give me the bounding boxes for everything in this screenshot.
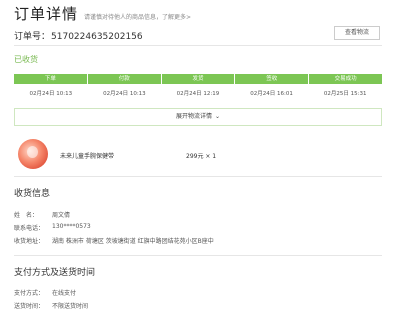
divider <box>14 45 382 46</box>
progress-time: 02月24日 12:19 <box>176 91 220 97</box>
order-number: 5170224635202156 <box>51 32 143 42</box>
payment-method-row: 支付方式： 在线支付 <box>14 288 76 297</box>
order-number-line: 订单号：5170224635202156 <box>14 29 143 42</box>
progress-steps: 下单 付款 发货 签收 交易成功 <box>14 74 382 84</box>
progress-step-complete: 交易成功 <box>308 74 382 84</box>
divider <box>14 176 382 177</box>
product-name[interactable]: 未来儿童手腕保健带 <box>60 151 114 160</box>
order-number-label: 订单号： <box>14 32 51 42</box>
progress-step-payment: 付款 <box>86 74 161 84</box>
progress-time: 02月24日 10:13 <box>103 91 146 97</box>
info-value: 130****0573 <box>52 223 91 230</box>
info-value: 不限送货时间 <box>52 303 89 310</box>
order-status: 已收货 <box>14 55 38 64</box>
chevron-down-icon: ⌄ <box>214 113 221 120</box>
receiver-phone-row: 联系电话： 130****0573 <box>14 223 91 232</box>
info-key: 收货地址： <box>14 238 45 245</box>
receiver-section-title: 收货信息 <box>14 189 51 199</box>
progress-step-order: 下单 <box>14 74 87 84</box>
progress-step-shipped: 发货 <box>160 74 235 84</box>
receiver-address-row: 收货地址： 湖南 株洲市 荷塘区 茨坡塘街道 红旗中路团结花苑小区B座中 <box>14 236 214 245</box>
product-price: 299元 × 1 <box>186 153 217 160</box>
expand-logistics-label: 展开物流详情 <box>175 113 212 120</box>
progress-step-received: 签收 <box>234 74 309 84</box>
page-title: 订单详情 <box>14 5 79 23</box>
view-logistics-button[interactable]: 查看物流 <box>334 26 380 40</box>
info-value: 周文倩 <box>52 212 71 219</box>
divider <box>14 255 382 256</box>
page-header: 订单详情 请谨慎对待他人的商品信息，了解更多> <box>14 4 191 24</box>
progress-time: 02月25日 15:31 <box>323 91 367 97</box>
payment-section-title: 支付方式及送货时间 <box>14 268 96 278</box>
product-thumbnail-icon[interactable] <box>18 139 48 169</box>
info-key: 联系电话： <box>14 225 45 232</box>
info-value: 在线支付 <box>52 290 77 297</box>
progress-time: 02月24日 16:01 <box>250 91 293 97</box>
info-value: 湖南 株洲市 荷塘区 茨坡塘街道 红旗中路团结花苑小区B座中 <box>52 238 214 245</box>
progress-time: 02月24日 10:13 <box>29 91 73 97</box>
delivery-time-row: 送货时间： 不限送货时间 <box>14 301 88 310</box>
info-key: 姓 名： <box>14 212 39 219</box>
product-row: 未来儿童手腕保健带 299元 × 1 <box>14 138 382 172</box>
receiver-name-row: 姓 名： 周文倩 <box>14 210 70 219</box>
info-key: 送货时间： <box>14 303 45 310</box>
progress-times: 02月24日 10:13 02月24日 10:13 02月24日 12:19 0… <box>14 89 382 97</box>
info-key: 支付方式： <box>14 290 45 297</box>
page-subtitle[interactable]: 请谨慎对待他人的商品信息，了解更多> <box>84 12 191 21</box>
expand-logistics-button[interactable]: 展开物流详情 ⌄ <box>14 108 382 126</box>
